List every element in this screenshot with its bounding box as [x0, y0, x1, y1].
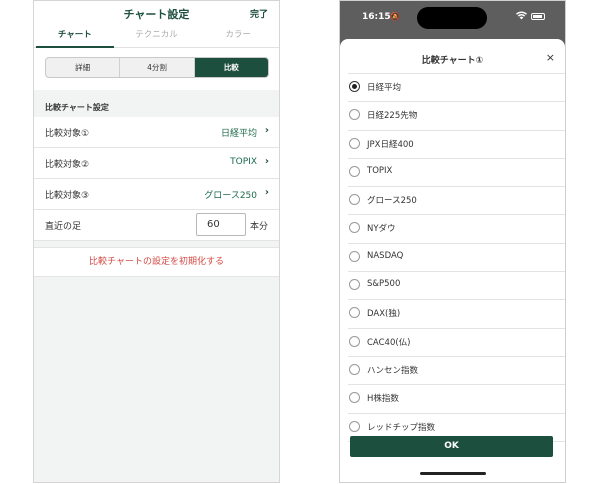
radio-button[interactable] — [349, 81, 360, 92]
list-item[interactable]: NYダウ — [348, 215, 565, 244]
radio-button[interactable] — [349, 335, 360, 347]
option-label: グロース250 — [367, 196, 417, 207]
list-item[interactable]: 日経平均 — [348, 73, 565, 103]
compare-picker-screen: 16:15 🔕 比較チャート① × 日経平均日経225先物 JPX日経400 TOP… — [339, 0, 566, 483]
segment-four-split[interactable]: 4分割 — [120, 58, 195, 77]
list-item[interactable]: TOPIX — [348, 159, 565, 188]
option-label: 日経平均 — [367, 83, 402, 93]
radio-button[interactable] — [349, 109, 360, 121]
chart-settings-screen: チャート設定 完了 チャート テクニカル カラー 詳細 4分割 比較 比較チャー… — [33, 0, 280, 483]
segment-compare[interactable]: 比較 — [194, 58, 268, 77]
compare-settings-list: 比較対象① 日経平均 › 比較対象② TOPIX › 比較対象③ グロース250… — [34, 117, 279, 241]
compare-target-1-row[interactable]: 比較対象① 日経平均 › — [34, 117, 279, 148]
radio-button[interactable] — [349, 392, 360, 404]
picker-sheet: 比較チャート① × 日経平均日経225先物 JPX日経400 TOPIX グロース25… — [340, 39, 565, 482]
home-indicator — [420, 472, 486, 475]
done-button[interactable]: 完了 — [250, 7, 268, 20]
radio-button[interactable] — [349, 279, 360, 291]
list-item[interactable]: 日経225先物 — [348, 102, 565, 131]
option-label: 日経225先物 — [367, 111, 418, 122]
unit-label: 本分 — [250, 222, 269, 232]
tab-chart[interactable]: チャート — [34, 25, 116, 48]
chevron-right-icon: › — [264, 156, 269, 167]
battery-icon — [531, 13, 545, 20]
option-label: DAX(独) — [367, 309, 401, 320]
option-label: H株指数 — [367, 394, 399, 405]
radio-button[interactable] — [349, 194, 360, 206]
section-title: 比較チャート設定 — [45, 103, 109, 112]
compare-target-3-row[interactable]: 比較対象③ グロース250 › — [34, 179, 279, 210]
radio-button[interactable] — [349, 250, 360, 262]
tab-technical[interactable]: テクニカル — [116, 25, 198, 47]
status-bar: 16:15 🔕 — [340, 1, 565, 37]
row-label: 比較対象② — [45, 160, 90, 170]
option-label: CAC40(仏) — [367, 337, 411, 348]
chevron-right-icon: › — [264, 187, 269, 198]
radio-button[interactable] — [349, 363, 360, 375]
radio-button[interactable] — [349, 307, 360, 319]
row-value: 日経平均 — [220, 129, 257, 139]
page-title: チャート設定 — [123, 8, 190, 21]
row-value: グロース250 — [204, 191, 257, 201]
reset-compare-button[interactable]: 比較チャートの設定を初期化する — [34, 248, 279, 276]
option-label: レッドチップ指数 — [367, 422, 436, 433]
index-option-list: 日経平均日経225先物 JPX日経400 TOPIX グロース250 NYダウ NASDA… — [340, 73, 565, 442]
list-item[interactable]: S&P500 — [348, 272, 565, 301]
segmented-control: 詳細 4分割 比較 — [45, 57, 269, 78]
list-item[interactable]: グロース250 — [348, 187, 565, 216]
radio-button[interactable] — [349, 165, 360, 177]
row-label: 比較対象① — [45, 129, 90, 139]
row-label: 比較対象③ — [45, 191, 90, 201]
list-item[interactable]: ハンセン指数 — [348, 357, 565, 386]
recent-bars-row: 直近の足 60 本分 — [34, 210, 279, 241]
reset-area: 比較チャートの設定を初期化する — [34, 247, 279, 277]
dynamic-island — [417, 7, 487, 29]
option-label: NASDAQ — [367, 250, 404, 261]
radio-button[interactable] — [349, 420, 360, 432]
list-item[interactable]: H株指数 — [348, 385, 565, 414]
row-value: TOPIX — [230, 157, 257, 167]
sheet-title: 比較チャート① — [421, 56, 484, 66]
recent-bars-input[interactable]: 60 — [196, 213, 246, 236]
ok-button[interactable]: OK — [350, 436, 553, 457]
list-item[interactable]: DAX(独) — [348, 300, 565, 329]
compare-target-2-row[interactable]: 比較対象② TOPIX › — [34, 148, 279, 179]
tab-color[interactable]: カラー — [197, 25, 279, 47]
mute-bell-icon: 🔕 — [390, 12, 400, 21]
option-label: JPX日経400 — [367, 139, 414, 150]
status-time: 16:15 — [362, 12, 391, 22]
settings-tabs: チャート テクニカル カラー — [34, 25, 279, 48]
close-icon[interactable]: × — [546, 51, 555, 64]
list-item[interactable]: NASDAQ — [348, 244, 565, 273]
row-label: 直近の足 — [45, 222, 82, 232]
list-item[interactable]: JPX日経400 — [348, 131, 565, 159]
list-item[interactable]: CAC40(仏) — [348, 329, 565, 357]
option-label: TOPIX — [367, 165, 393, 176]
radio-button[interactable] — [349, 222, 360, 234]
option-label: ハンセン指数 — [367, 365, 419, 376]
settings-header: チャート設定 完了 — [34, 1, 279, 25]
option-label: S&P500 — [367, 279, 401, 290]
radio-button[interactable] — [349, 137, 360, 149]
chevron-right-icon: › — [264, 125, 269, 136]
option-label: NYダウ — [367, 224, 396, 235]
wifi-icon — [516, 11, 527, 23]
segment-detail[interactable]: 詳細 — [46, 58, 121, 77]
segment-area: 詳細 4分割 比較 — [34, 48, 279, 90]
